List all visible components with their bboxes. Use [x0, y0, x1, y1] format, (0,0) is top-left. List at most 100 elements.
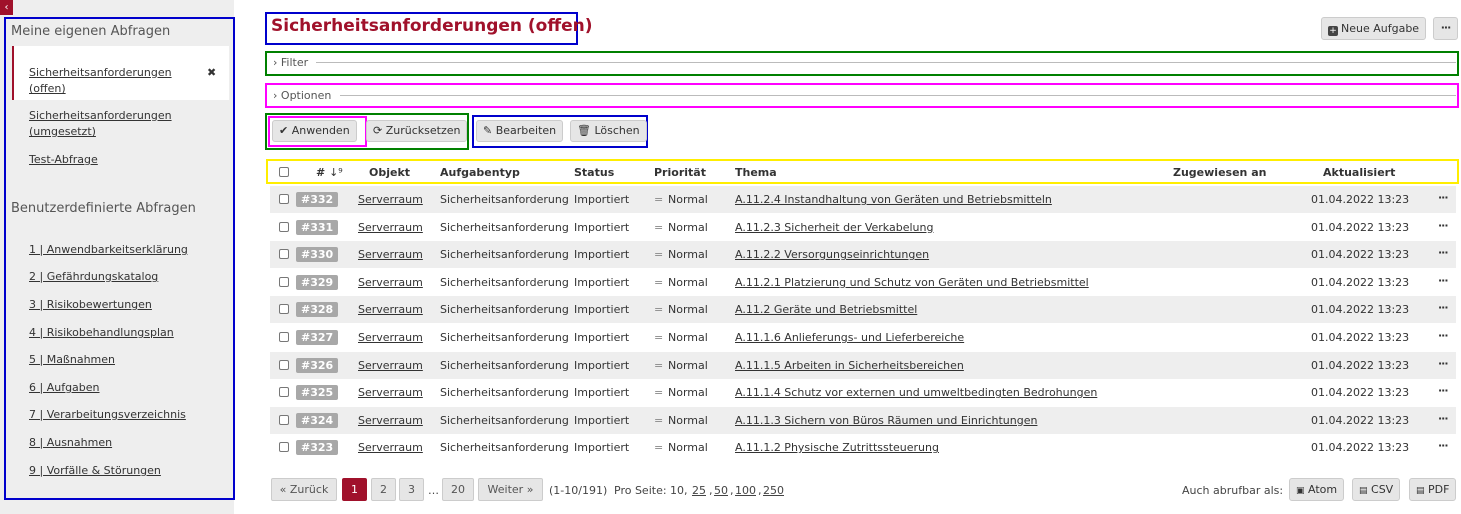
- sidebar-custom-query[interactable]: 7 | Verarbeitungsverzeichnis: [29, 407, 186, 423]
- table-row[interactable]: #324 Serverraum Sicherheitsanforderung Impo…: [270, 406, 1456, 434]
- task-id-badge[interactable]: #328: [296, 302, 339, 318]
- sidebar-query-open[interactable]: Sicherheitsanforderungen (offen): [29, 65, 199, 97]
- sidebar-custom-query[interactable]: 4 | Risikobehandlungsplan: [29, 325, 174, 341]
- table-row[interactable]: #327 Serverraum Sicherheitsanforderung Impo…: [270, 324, 1456, 351]
- row-checkbox[interactable]: [279, 276, 289, 287]
- object-link[interactable]: Serverraum: [358, 221, 423, 234]
- task-id-badge[interactable]: #327: [296, 330, 339, 345]
- row-menu-icon[interactable]: ···: [1438, 219, 1449, 232]
- row-menu-icon[interactable]: ···: [1438, 384, 1449, 397]
- task-id-badge[interactable]: #330: [296, 247, 339, 263]
- task-id-badge[interactable]: #329: [296, 274, 339, 290]
- per-page-option[interactable]: 50: [714, 484, 728, 497]
- table-row[interactable]: #323 Serverraum Sicherheitsanforderung Impo…: [270, 434, 1456, 461]
- delete-button[interactable]: 🗑 Löschen: [570, 120, 647, 142]
- sidebar-custom-query[interactable]: 5 | Maßnahmen: [29, 352, 115, 368]
- object-link[interactable]: Serverraum: [358, 386, 423, 399]
- filter-toggle[interactable]: › Filter: [273, 56, 308, 69]
- topic-link[interactable]: A.11.1.2 Physische Zutrittssteuerung: [735, 441, 939, 454]
- sidebar-custom-query[interactable]: 8 | Ausnahmen: [29, 435, 112, 451]
- row-checkbox[interactable]: [279, 387, 289, 398]
- topic-link[interactable]: A.11.2.1 Platzierung und Schutz von Gerä…: [735, 276, 1089, 289]
- column-header-thema[interactable]: Thema: [735, 166, 777, 179]
- topic-link[interactable]: A.11.1.4 Schutz vor externen und umweltb…: [735, 386, 1097, 399]
- column-header-zugewiesen[interactable]: Zugewiesen an: [1173, 166, 1266, 179]
- topic-link[interactable]: A.11.1.5 Arbeiten in Sicherheitsbereiche…: [735, 359, 964, 372]
- row-menu-icon[interactable]: ···: [1438, 191, 1449, 204]
- row-checkbox[interactable]: [279, 249, 289, 260]
- sidebar-query-test[interactable]: Test-Abfrage: [29, 152, 98, 168]
- task-id-badge[interactable]: #323: [296, 440, 339, 456]
- next-page-button[interactable]: Weiter »: [478, 478, 543, 501]
- topic-link[interactable]: A.11.1.6 Anlieferungs- und Lieferbereich…: [735, 331, 964, 344]
- select-all-checkbox[interactable]: [279, 167, 289, 177]
- table-row[interactable]: #331 Serverraum Sicherheitsanforderung Impo…: [270, 214, 1456, 241]
- last-page-button[interactable]: 20: [442, 478, 474, 501]
- row-checkbox[interactable]: [279, 304, 289, 315]
- column-header-aufgabentyp[interactable]: Aufgabentyp: [440, 166, 520, 179]
- row-menu-icon[interactable]: ···: [1438, 439, 1449, 452]
- export-pdf-button[interactable]: ▤ PDF: [1409, 478, 1457, 501]
- table-row[interactable]: #325 Serverraum Sicherheitsanforderung Impo…: [270, 379, 1456, 406]
- sidebar-query-implemented[interactable]: Sicherheitsanforderungen (umgesetzt): [29, 108, 199, 140]
- table-row[interactable]: #329 Serverraum Sicherheitsanforderung Impo…: [270, 269, 1456, 296]
- task-id-badge[interactable]: #325: [296, 385, 339, 401]
- sidebar-custom-query[interactable]: 3 | Risikobewertungen: [29, 297, 152, 313]
- object-link[interactable]: Serverraum: [358, 331, 423, 344]
- per-page-option[interactable]: 100: [735, 484, 756, 497]
- row-menu-icon[interactable]: ···: [1438, 357, 1449, 370]
- object-link[interactable]: Serverraum: [358, 441, 423, 454]
- column-header-status[interactable]: Status: [574, 166, 614, 179]
- row-menu-icon[interactable]: ···: [1438, 329, 1449, 342]
- object-link[interactable]: Serverraum: [358, 276, 423, 289]
- task-id-badge[interactable]: #324: [296, 412, 339, 428]
- apply-button[interactable]: ✔ Anwenden: [272, 120, 357, 142]
- collapse-sidebar-icon[interactable]: ‹: [0, 0, 13, 15]
- column-header-id[interactable]: # ↓⁹: [316, 166, 343, 179]
- table-row[interactable]: #326 Serverraum Sicherheitsanforderung Impo…: [270, 351, 1456, 379]
- row-checkbox[interactable]: [279, 194, 289, 204]
- row-checkbox[interactable]: [279, 414, 289, 425]
- topic-link[interactable]: A.11.2.2 Versorgungseinrichtungen: [735, 248, 929, 261]
- object-link[interactable]: Serverraum: [358, 248, 423, 261]
- topic-link[interactable]: A.11.1.3 Sichern von Büros Räumen und Ei…: [735, 414, 1037, 427]
- per-page-option[interactable]: 25: [692, 484, 706, 497]
- export-atom-button[interactable]: ▣ Atom: [1289, 478, 1345, 501]
- row-menu-icon[interactable]: ···: [1438, 246, 1449, 259]
- reset-button[interactable]: ⟳ Zurücksetzen: [366, 120, 468, 142]
- close-icon[interactable]: ✖: [207, 66, 216, 79]
- table-row[interactable]: #328 Serverraum Sicherheitsanforderung Impo…: [270, 296, 1456, 324]
- topic-link[interactable]: A.11.2 Geräte und Betriebsmittel: [735, 303, 917, 316]
- sidebar-custom-query[interactable]: 1 | Anwendbarkeitserklärung: [29, 242, 188, 258]
- more-actions-button[interactable]: ···: [1433, 17, 1458, 40]
- column-header-aktualisiert[interactable]: Aktualisiert: [1323, 166, 1395, 179]
- row-checkbox[interactable]: [279, 221, 289, 232]
- sidebar-custom-query[interactable]: 9 | Vorfälle & Störungen: [29, 463, 161, 479]
- options-toggle[interactable]: › Optionen: [273, 89, 331, 102]
- new-task-button[interactable]: + Neue Aufgabe: [1321, 17, 1427, 40]
- row-menu-icon[interactable]: ···: [1438, 412, 1449, 425]
- per-page-option[interactable]: 250: [763, 484, 784, 497]
- row-menu-icon[interactable]: ···: [1438, 301, 1449, 314]
- object-link[interactable]: Serverraum: [358, 303, 423, 316]
- task-id-badge[interactable]: #331: [296, 219, 339, 235]
- topic-link[interactable]: A.11.2.3 Sicherheit der Verkabelung: [735, 221, 933, 234]
- topic-link[interactable]: A.11.2.4 Instandhaltung von Geräten und …: [735, 193, 1052, 206]
- export-csv-button[interactable]: ▤ CSV: [1352, 478, 1401, 501]
- sidebar-custom-query[interactable]: 6 | Aufgaben: [29, 380, 100, 396]
- table-row[interactable]: #330 Serverraum Sicherheitsanforderung Impo…: [270, 241, 1456, 269]
- row-menu-icon[interactable]: ···: [1438, 274, 1449, 287]
- task-id-badge[interactable]: #326: [296, 357, 339, 373]
- object-link[interactable]: Serverraum: [358, 414, 423, 427]
- row-checkbox[interactable]: [279, 442, 289, 453]
- sidebar-custom-query[interactable]: 2 | Gefährdungskatalog: [29, 269, 158, 285]
- edit-button[interactable]: ✎ Bearbeiten: [476, 120, 564, 142]
- task-id-badge[interactable]: #332: [296, 192, 339, 207]
- page-button[interactable]: 3: [399, 478, 424, 501]
- page-button[interactable]: 2: [371, 478, 396, 501]
- row-checkbox[interactable]: [279, 332, 289, 342]
- column-header-prioritaet[interactable]: Priorität: [654, 166, 706, 179]
- object-link[interactable]: Serverraum: [358, 359, 423, 372]
- column-header-objekt[interactable]: Objekt: [369, 166, 410, 179]
- object-link[interactable]: Serverraum: [358, 193, 423, 206]
